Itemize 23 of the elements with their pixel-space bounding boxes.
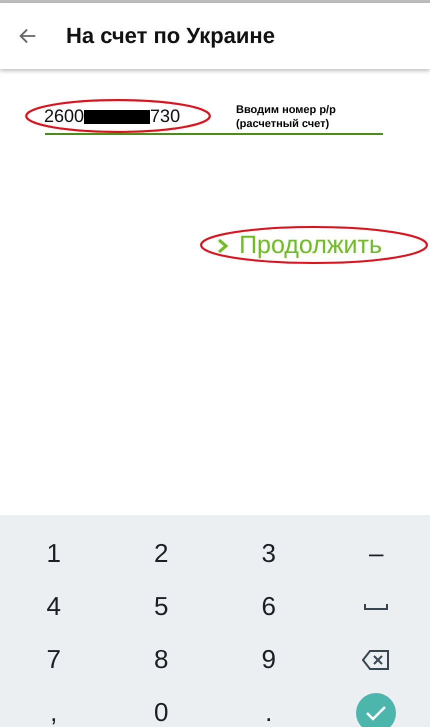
key[interactable]: 6: [215, 580, 322, 633]
chevron-icon: [217, 238, 230, 254]
annotation-text: (расчетный счет): [236, 117, 330, 131]
space-icon: [364, 602, 388, 610]
key[interactable]: 9: [215, 633, 322, 686]
key[interactable]: 8: [108, 633, 215, 686]
key[interactable]: .: [215, 686, 322, 727]
key[interactable]: 7: [0, 633, 108, 686]
key[interactable]: 0: [108, 686, 215, 727]
screen-title: На счет по Украине: [66, 23, 275, 49]
key[interactable]: 1: [0, 527, 108, 580]
key[interactable]: 5: [108, 580, 215, 633]
key[interactable]: 2: [108, 527, 215, 580]
key[interactable]: 4: [0, 580, 108, 633]
account-number-end: 730: [150, 106, 180, 127]
backspace-icon: [362, 648, 390, 670]
account-number-start: 2600: [44, 106, 84, 127]
annotation-text: Вводим номер р/р: [236, 103, 336, 117]
account-number-field[interactable]: 2600 730: [44, 102, 214, 131]
key[interactable]: 3: [215, 527, 322, 580]
checkmark-icon: [365, 704, 388, 722]
key[interactable]: –: [322, 527, 430, 580]
key[interactable]: ,: [0, 686, 108, 727]
